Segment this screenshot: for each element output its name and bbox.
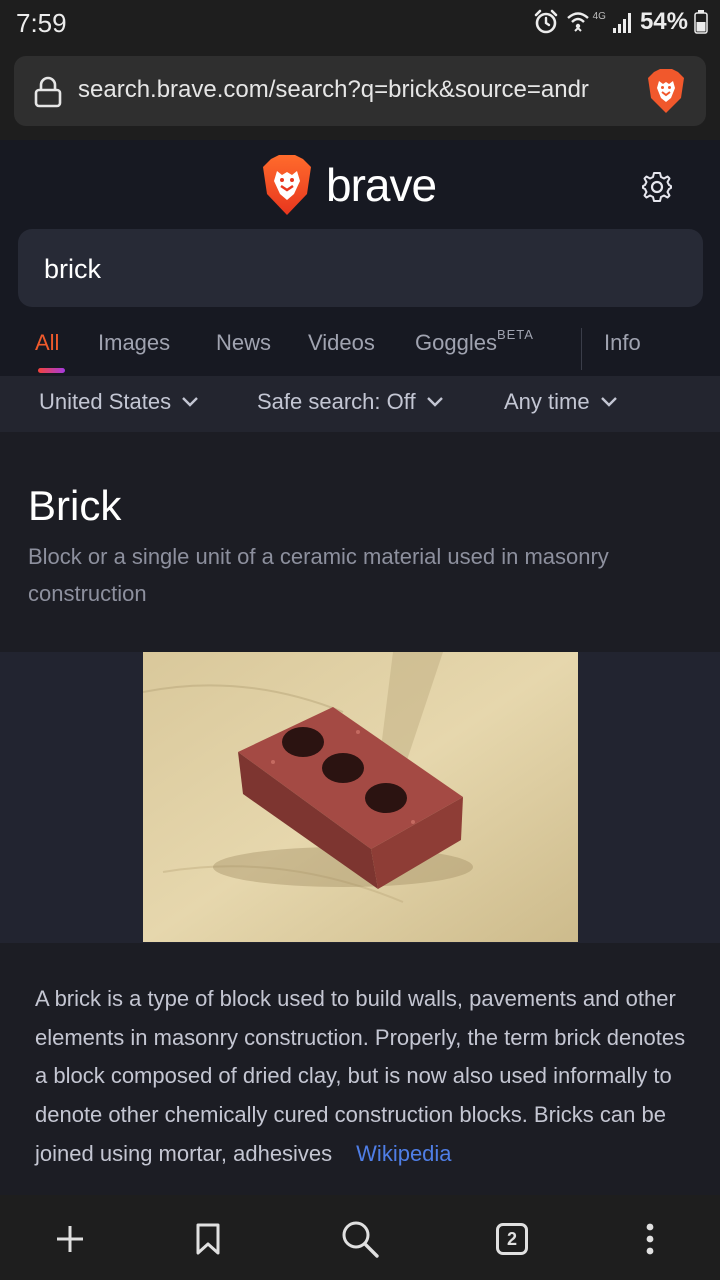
- settings-gear-icon[interactable]: [640, 170, 674, 204]
- search-filters: United States Safe search: Off Any time: [0, 376, 720, 432]
- tab-count: 2: [496, 1223, 528, 1255]
- bookmark-button[interactable]: [184, 1215, 232, 1263]
- url-text[interactable]: search.brave.com/search?q=brick&source=a…: [78, 76, 638, 104]
- network-type: 4G: [592, 10, 606, 22]
- brick-image[interactable]: [143, 652, 578, 942]
- search-header: brave brick All Images News Videos Goggl…: [0, 140, 720, 376]
- brave-logo[interactable]: brave: [260, 154, 437, 216]
- search-icon: [342, 1221, 379, 1258]
- more-vertical-icon: [646, 1223, 654, 1255]
- alarm-icon: [534, 9, 557, 34]
- new-tab-button[interactable]: [46, 1215, 94, 1263]
- chevron-down-icon: [426, 397, 443, 407]
- infobox-description: A brick is a type of block used to build…: [35, 980, 695, 1174]
- tab-goggles-label: Goggles: [415, 330, 497, 355]
- lock-icon[interactable]: [34, 76, 62, 108]
- menu-button[interactable]: [626, 1215, 674, 1263]
- plus-icon: [57, 1226, 83, 1252]
- tab-switcher-button[interactable]: 2: [488, 1215, 536, 1263]
- page-content: brave brick All Images News Videos Goggl…: [0, 140, 720, 1195]
- tab-all[interactable]: All: [35, 330, 59, 356]
- chevron-down-icon: [182, 397, 198, 407]
- signal-icon: [612, 13, 631, 33]
- region-filter[interactable]: United States: [39, 389, 199, 415]
- search-query[interactable]: brick: [44, 254, 101, 285]
- tab-news[interactable]: News: [216, 330, 271, 356]
- infobox-image-area: [0, 652, 720, 943]
- time-filter[interactable]: Any time: [504, 389, 618, 415]
- battery-percent: 54%: [639, 8, 688, 35]
- time-filter-label: Any time: [504, 389, 590, 414]
- wikipedia-link[interactable]: Wikipedia: [356, 1141, 451, 1166]
- bookmark-icon: [196, 1223, 220, 1255]
- tab-images[interactable]: Images: [98, 330, 170, 356]
- infobox-subtitle: Block or a single unit of a ceramic mate…: [28, 544, 609, 606]
- brave-shields-icon[interactable]: [646, 68, 686, 114]
- beta-badge: BETA: [496, 327, 534, 342]
- safe-search-label: Safe search: Off: [257, 389, 416, 414]
- safe-search-filter[interactable]: Safe search: Off: [257, 389, 444, 415]
- browser-bottom-bar: 2: [0, 1195, 720, 1280]
- tab-divider: [581, 328, 582, 370]
- battery-icon: [694, 10, 708, 34]
- browser-toolbar: search.brave.com/search?q=brick&source=a…: [0, 44, 720, 140]
- wifi-icon: [566, 12, 589, 32]
- active-tab-indicator: [38, 368, 65, 373]
- brave-lion-icon: [263, 155, 311, 215]
- address-bar[interactable]: search.brave.com/search?q=brick&source=a…: [14, 56, 706, 126]
- tab-info[interactable]: Info: [604, 330, 641, 356]
- region-filter-label: United States: [39, 389, 172, 414]
- search-tabs: All Images News Videos GogglesBETA Info: [0, 318, 720, 376]
- chevron-down-icon: [600, 397, 617, 407]
- tab-videos[interactable]: Videos: [308, 330, 375, 356]
- search-input[interactable]: brick: [18, 229, 703, 307]
- description-text: A brick is a type of block used to build…: [35, 986, 686, 1166]
- status-bar: 7:59 4G 54%: [0, 0, 720, 44]
- tab-goggles[interactable]: GogglesBETA: [415, 327, 534, 356]
- infobox-title: Brick: [28, 482, 122, 529]
- search-button[interactable]: [336, 1215, 384, 1263]
- logo-text: brave: [326, 159, 437, 211]
- status-time: 7:59: [16, 8, 67, 38]
- status-icons: 4G 54%: [533, 8, 708, 36]
